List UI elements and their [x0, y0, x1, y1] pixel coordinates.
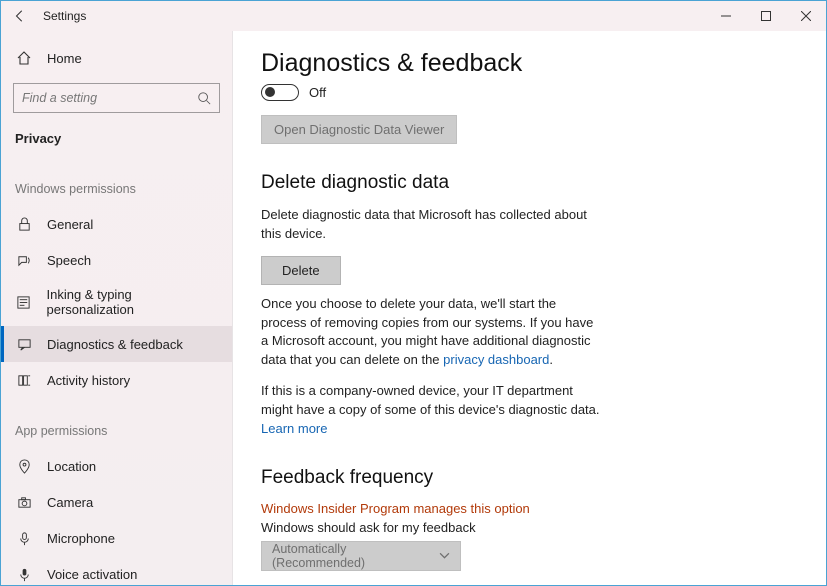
lock-icon — [15, 215, 33, 233]
back-button[interactable] — [9, 5, 31, 27]
location-icon — [15, 457, 33, 475]
feedback-subtext: Windows should ask for my feedback — [261, 520, 798, 535]
home-icon — [15, 49, 33, 67]
current-section-label: Privacy — [1, 125, 232, 152]
sidebar-item-general[interactable]: General — [1, 206, 232, 242]
delete-detail-paragraph: Once you choose to delete your data, we'… — [261, 295, 601, 370]
delete-description: Delete diagnostic data that Microsoft ha… — [261, 206, 601, 244]
body: Home Privacy Windows permissions General… — [1, 31, 826, 585]
speech-icon — [15, 251, 33, 269]
group-header-windows-permissions: Windows permissions — [1, 174, 232, 206]
search-icon — [197, 91, 211, 105]
sidebar-item-microphone[interactable]: Microphone — [1, 520, 232, 556]
minimize-button[interactable] — [706, 2, 746, 30]
history-icon — [15, 371, 33, 389]
sidebar-item-label: Inking & typing personalization — [47, 287, 219, 317]
learn-more-link[interactable]: Learn more — [261, 420, 327, 439]
window-title: Settings — [43, 9, 86, 23]
insider-program-note: Windows Insider Program manages this opt… — [261, 501, 798, 516]
select-value: Automatically (Recommended) — [272, 542, 439, 570]
feedback-icon — [15, 335, 33, 353]
home-label: Home — [47, 51, 82, 66]
sidebar-item-label: Speech — [47, 253, 91, 268]
chevron-down-icon — [439, 550, 450, 561]
company-device-paragraph: If this is a company-owned device, your … — [261, 382, 601, 439]
sidebar: Home Privacy Windows permissions General… — [1, 31, 233, 585]
sidebar-item-label: Diagnostics & feedback — [47, 337, 183, 352]
group-header-app-permissions: App permissions — [1, 416, 232, 448]
maximize-button[interactable] — [746, 2, 786, 30]
sidebar-item-diagnostics[interactable]: Diagnostics & feedback — [1, 326, 232, 362]
search-input[interactable] — [22, 91, 191, 105]
sidebar-item-label: Voice activation — [47, 567, 137, 582]
delete-button[interactable]: Delete — [261, 256, 341, 285]
sidebar-item-activity-history[interactable]: Activity history — [1, 362, 232, 398]
delete-heading: Delete diagnostic data — [261, 172, 798, 194]
toggle-row: Off — [261, 84, 798, 101]
text: . — [549, 352, 553, 367]
open-diagnostic-viewer-button[interactable]: Open Diagnostic Data Viewer — [261, 115, 457, 144]
sidebar-item-label: Location — [47, 459, 96, 474]
toggle-state-label: Off — [309, 85, 326, 100]
sidebar-item-voice-activation[interactable]: Voice activation — [1, 556, 232, 585]
home-nav[interactable]: Home — [1, 43, 232, 73]
feedback-heading: Feedback frequency — [261, 467, 798, 489]
text: If this is a company-owned device, your … — [261, 383, 600, 417]
search-box[interactable] — [13, 83, 220, 113]
close-button[interactable] — [786, 2, 826, 30]
voice-activation-icon — [15, 565, 33, 583]
privacy-dashboard-link[interactable]: privacy dashboard — [443, 351, 549, 370]
diagnostic-viewer-toggle[interactable] — [261, 84, 299, 101]
content-area: Diagnostics & feedback Off Open Diagnost… — [233, 31, 826, 585]
window-controls — [706, 2, 826, 30]
titlebar: Settings — [1, 1, 826, 31]
microphone-icon — [15, 529, 33, 547]
sidebar-item-label: General — [47, 217, 93, 232]
settings-window: Settings Home Privacy Windows permiss — [0, 0, 827, 586]
feedback-frequency-select[interactable]: Automatically (Recommended) — [261, 541, 461, 571]
sidebar-item-speech[interactable]: Speech — [1, 242, 232, 278]
sidebar-item-location[interactable]: Location — [1, 448, 232, 484]
sidebar-item-label: Microphone — [47, 531, 115, 546]
toggle-knob — [265, 87, 275, 97]
sidebar-item-label: Activity history — [47, 373, 130, 388]
sidebar-item-camera[interactable]: Camera — [1, 484, 232, 520]
sidebar-item-label: Camera — [47, 495, 93, 510]
sidebar-item-inking[interactable]: Inking & typing personalization — [1, 278, 232, 326]
inking-icon — [15, 293, 33, 311]
page-title: Diagnostics & feedback — [261, 49, 798, 78]
camera-icon — [15, 493, 33, 511]
